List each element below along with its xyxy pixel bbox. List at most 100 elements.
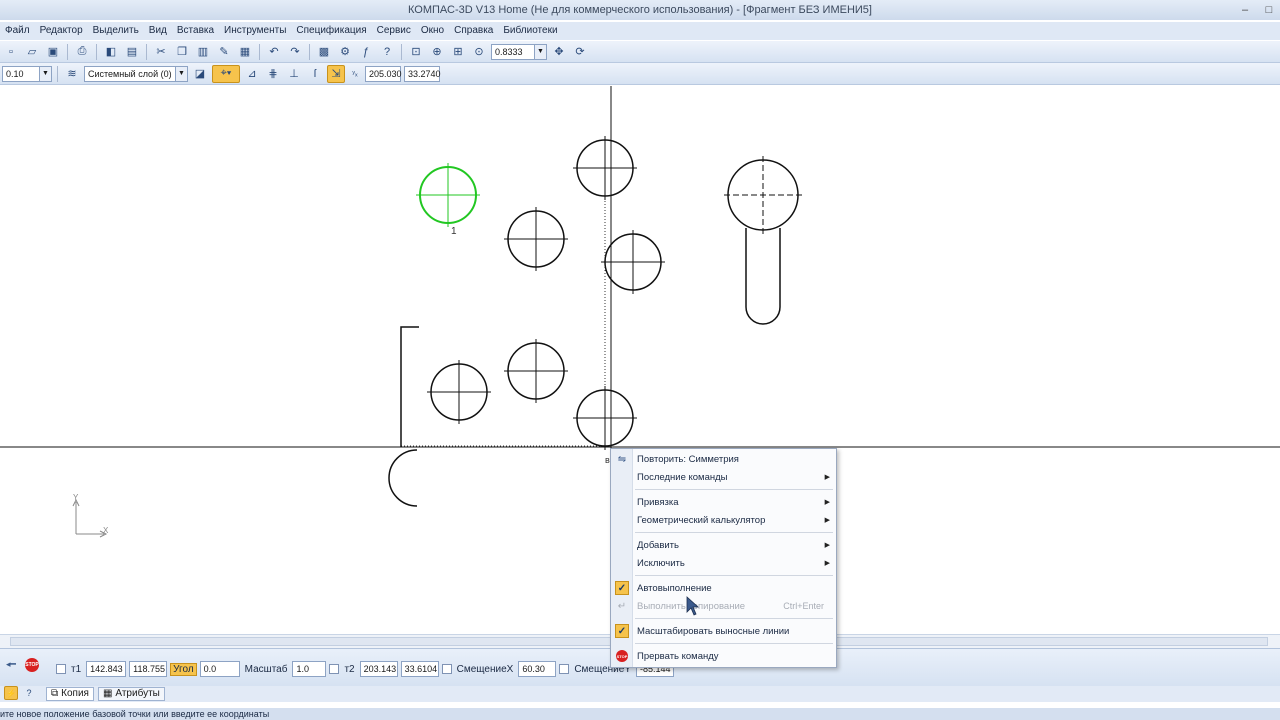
help-icon[interactable]: ? xyxy=(22,686,36,700)
menu-file[interactable]: Файл xyxy=(0,22,35,40)
snap-icon[interactable]: ⌖▾ xyxy=(212,64,240,83)
pan-icon[interactable]: ✥ xyxy=(550,43,568,61)
zoom-icon[interactable]: ⊙ xyxy=(470,43,488,61)
menu-item-snap[interactable]: Привязка ▶ xyxy=(611,493,836,511)
angle-field[interactable]: 0.0 xyxy=(199,661,240,677)
mouse-cursor-icon xyxy=(686,596,700,616)
ortho-icon[interactable]: ⊥ xyxy=(285,65,303,83)
window-controls: – □ xyxy=(1240,0,1274,20)
menu-help[interactable]: Справка xyxy=(449,22,498,40)
pin-icon[interactable]: ◂━ xyxy=(6,659,16,670)
shifty-checkbox[interactable] xyxy=(559,664,570,674)
maximize-button[interactable]: □ xyxy=(1264,5,1274,16)
help-pointer-icon[interactable]: ? xyxy=(378,43,396,61)
t2-point-icon[interactable] xyxy=(329,664,340,674)
tree-icon[interactable]: ▩ xyxy=(315,43,333,61)
zoom-window-icon[interactable]: ⊡ xyxy=(407,43,425,61)
stop-button[interactable]: STOP xyxy=(25,658,39,672)
chevron-down-icon[interactable]: ▼ xyxy=(39,66,51,81)
open-icon[interactable]: ▱ xyxy=(23,43,41,61)
menu-editor[interactable]: Редактор xyxy=(35,22,88,40)
layers-icon[interactable]: ≋ xyxy=(63,65,81,83)
layer-combo[interactable]: Системный слой (0) ▼ xyxy=(84,65,188,82)
menu-view[interactable]: Вид xyxy=(144,22,172,40)
current-state-toolbar: 0.10 ▼ ≋ Системный слой (0) ▼ ◪ ⌖▾ ⊿ ⋕ ⊥… xyxy=(0,63,1280,85)
zoom-fit-icon[interactable]: ⊞ xyxy=(449,43,467,61)
refresh-icon[interactable]: ⟳ xyxy=(571,43,589,61)
print-icon[interactable]: ⎙ xyxy=(73,43,91,61)
t1-x-field[interactable]: 142.843 xyxy=(86,661,127,677)
cursor-x-field[interactable]: 205.030 xyxy=(365,65,402,82)
cut-icon[interactable]: ✂ xyxy=(152,43,170,61)
circle[interactable] xyxy=(504,339,568,403)
menu-item-scale-extension-lines[interactable]: ✓ Масштабировать выносные линии xyxy=(611,622,836,640)
arc-shape[interactable] xyxy=(388,449,418,507)
local-cs-icon[interactable]: ⊿ xyxy=(243,65,261,83)
menu-libraries[interactable]: Библиотеки xyxy=(498,22,562,40)
parametric-icon[interactable]: ⇲ xyxy=(327,64,345,83)
redo-icon[interactable]: ↷ xyxy=(286,43,304,61)
toolbar-separator xyxy=(259,43,260,60)
layer-state-icon[interactable]: ◪ xyxy=(191,65,209,83)
menu-item-shortcut: Ctrl+Enter xyxy=(783,601,824,611)
paste-icon[interactable]: ▥ xyxy=(194,43,212,61)
selected-circle[interactable] xyxy=(416,163,480,227)
zoom-combo[interactable]: 0.8333 ▼ xyxy=(491,43,547,60)
menu-specification[interactable]: Спецификация xyxy=(291,22,371,40)
tab-attributes[interactable]: ▦ Атрибуты xyxy=(97,687,165,701)
keyhole-shape[interactable] xyxy=(724,156,802,325)
tab-copy[interactable]: ⧉ Копия xyxy=(46,687,94,701)
cursor-y-field[interactable]: 33.2740 xyxy=(404,65,441,82)
zoom-in-icon[interactable]: ⊕ xyxy=(428,43,446,61)
step-combo[interactable]: 0.10 ▼ xyxy=(2,65,52,82)
menu-insert[interactable]: Вставка xyxy=(172,22,219,40)
t1-point-icon[interactable] xyxy=(56,664,66,674)
circle[interactable] xyxy=(573,386,637,450)
circle[interactable] xyxy=(573,136,637,200)
round-icon[interactable]: ſ xyxy=(306,65,324,83)
menu-item-abort-command[interactable]: STOP Прервать команду xyxy=(611,647,836,665)
t2-y-field[interactable]: 33.6104 xyxy=(400,661,439,677)
preview-icon[interactable]: ◧ xyxy=(102,43,120,61)
menu-item-geometric-calculator[interactable]: Геометрический калькулятор ▶ xyxy=(611,511,836,529)
menu-item-exclude[interactable]: Исключить ▶ xyxy=(611,554,836,572)
manager-icon[interactable]: ▤ xyxy=(123,43,141,61)
circle[interactable] xyxy=(504,207,568,271)
t2-x-field[interactable]: 203.143 xyxy=(359,661,398,677)
undo-icon[interactable]: ↶ xyxy=(265,43,283,61)
bracket-line[interactable] xyxy=(400,326,419,447)
coordinates-icon: ʸₓ xyxy=(352,69,358,78)
axis-y-label: Y xyxy=(73,493,79,502)
menu-item-recent-commands[interactable]: Последние команды ▶ xyxy=(611,468,836,486)
menu-item-repeat-symmetry[interactable]: ⇋ Повторить: Симметрия xyxy=(611,450,836,468)
chevron-down-icon[interactable]: ▼ xyxy=(534,44,546,59)
circle[interactable] xyxy=(427,360,491,424)
auto-create-icon[interactable]: ⚡ xyxy=(4,686,18,700)
menu-service[interactable]: Сервис xyxy=(372,22,416,40)
new-icon[interactable]: ▫ xyxy=(2,43,20,61)
grid-icon[interactable]: ⋕ xyxy=(264,65,282,83)
function-icon[interactable]: ƒ xyxy=(357,43,375,61)
properties-icon[interactable]: ▦ xyxy=(236,43,254,61)
stop-icon: STOP xyxy=(615,649,629,663)
menu-item-autoexecute[interactable]: ✓ Автовыполнение xyxy=(611,579,836,597)
copy-icon[interactable]: ❐ xyxy=(173,43,191,61)
zoom-value: 0.8333 xyxy=(495,46,523,57)
menu-tools[interactable]: Инструменты xyxy=(219,22,291,40)
format-brush-icon[interactable]: ✎ xyxy=(215,43,233,61)
t1-y-field[interactable]: 118.755 xyxy=(129,661,168,677)
menu-item-execute-copy[interactable]: ↵ Выполнить копирование Ctrl+Enter xyxy=(611,597,836,615)
shiftx-field[interactable]: 60.30 xyxy=(518,661,557,677)
angle-label[interactable]: Угол xyxy=(170,662,197,676)
menu-item-add[interactable]: Добавить ▶ xyxy=(611,536,836,554)
scale-field[interactable]: 1.0 xyxy=(292,661,327,677)
menu-window[interactable]: Окно xyxy=(416,22,449,40)
step-value: 0.10 xyxy=(6,68,24,79)
chevron-down-icon[interactable]: ▼ xyxy=(175,66,187,81)
shiftx-checkbox[interactable] xyxy=(441,664,452,674)
symmetry-icon: ⇋ xyxy=(617,453,627,465)
minimize-button[interactable]: – xyxy=(1240,5,1250,16)
menu-select[interactable]: Выделить xyxy=(88,22,144,40)
library-icon[interactable]: ⚙ xyxy=(336,43,354,61)
save-icon[interactable]: ▣ xyxy=(44,43,62,61)
